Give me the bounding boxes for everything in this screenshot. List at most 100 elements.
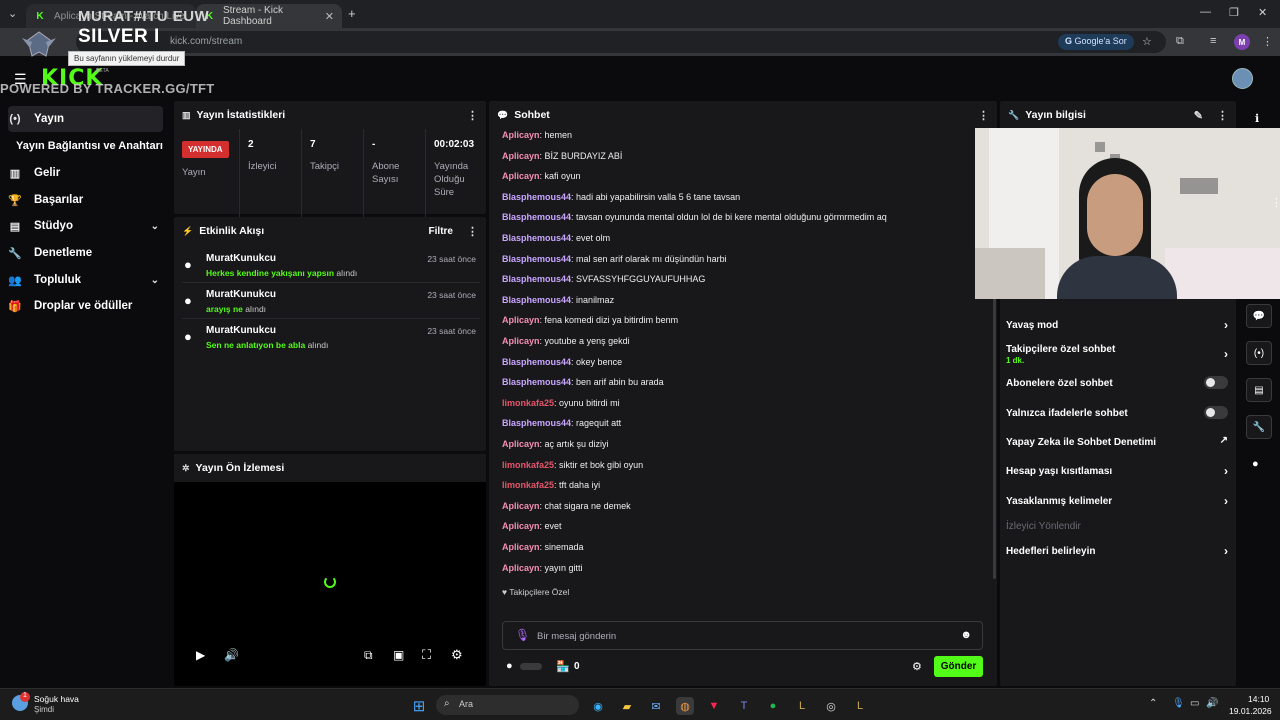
bookmark-star-icon[interactable]: ☆ (1142, 35, 1152, 48)
spotify-icon[interactable]: ● (764, 697, 782, 715)
miniplayer-icon[interactable]: ⧉ (364, 648, 373, 663)
tray-expand-icon[interactable]: ⌃ (1149, 698, 1157, 709)
more-options-icon[interactable]: ⋮ (467, 109, 478, 122)
mail-icon[interactable]: ✉ (647, 697, 665, 715)
volume-icon[interactable]: 🔊 (224, 648, 239, 662)
chrome-icon[interactable]: ◍ (676, 697, 694, 715)
taskbar-search[interactable]: ⌕ Ara (436, 695, 579, 715)
network-icon[interactable]: ▭ (1190, 698, 1199, 709)
chat-message: Blasphemous44: ben arif abin bu arada (502, 377, 664, 388)
activity-item: ● MuratKunukcu Sen ne anlatıyon be abla al… (184, 325, 476, 350)
layout-panel-toggle[interactable]: ▤ (1246, 378, 1272, 402)
chat-username[interactable]: Blasphemous44 (502, 233, 571, 243)
url-field[interactable]: kick.com/stream (76, 31, 1166, 53)
slow-mode-item[interactable]: Yavaş mod › (1006, 318, 1228, 332)
teams-icon[interactable]: T (735, 697, 753, 715)
windows-start-icon[interactable]: ⊞ (410, 697, 428, 715)
sidebar-item-basarilar[interactable]: 🏆 Başarılar (8, 187, 163, 213)
more-options-icon[interactable]: ⋮ (978, 109, 989, 122)
chat-settings-icon[interactable]: ⚙ (912, 660, 922, 673)
more-icon[interactable]: ⋮ (1271, 196, 1280, 209)
close-window-icon[interactable]: ✕ (1258, 6, 1267, 19)
followers-only-item[interactable]: Takipçilere özel sohbet 1 dk. › (1006, 344, 1228, 365)
more-options-icon[interactable]: ⋮ (467, 225, 478, 238)
chat-username[interactable]: Aplicayn (502, 563, 540, 573)
chat-username[interactable]: Aplicayn (502, 336, 540, 346)
settings-gear-icon[interactable]: ⚙ (451, 647, 463, 663)
tab-kick-dashboard[interactable]: K Stream - Kick Dashboard ✕ (196, 4, 342, 28)
chat-username[interactable]: Aplicayn (502, 315, 540, 325)
extensions-icon[interactable]: ⧉ (1176, 35, 1184, 48)
emoji-icon[interactable]: ☻ (960, 629, 972, 641)
close-tab-icon[interactable]: ✕ (325, 10, 334, 23)
maximize-icon[interactable]: ❐ (1229, 6, 1239, 19)
chat-username[interactable]: limonkafa25 (502, 480, 554, 490)
more-options-icon[interactable]: ⋮ (1217, 109, 1228, 122)
moderation-panel-toggle[interactable]: 🔧 (1246, 415, 1272, 439)
set-goals-item[interactable]: Hedefleri belirleyin › (1006, 544, 1228, 558)
chat-username[interactable]: Blasphemous44 (502, 254, 571, 264)
store-icon[interactable]: 🏪 (556, 660, 570, 673)
chat-username[interactable]: Blasphemous44 (502, 274, 571, 284)
speaker-icon[interactable]: 🔊 (1206, 698, 1218, 709)
chat-username[interactable]: Aplicayn (502, 542, 540, 552)
game-icon[interactable]: L (851, 697, 869, 715)
filter-button[interactable]: Filtre (429, 226, 453, 237)
sidebar-item-stream-key[interactable]: Yayın Bağlantısı ve Anahtarı (16, 133, 176, 159)
chat-input[interactable]: 🎙 Bir mesaj gönderin ☻ (502, 621, 983, 650)
chat-username[interactable]: Blasphemous44 (502, 377, 571, 387)
chat-text: ben arif abin bu arada (576, 377, 664, 388)
minimize-icon[interactable]: — (1200, 6, 1211, 18)
chat-username[interactable]: Aplicayn (502, 501, 540, 511)
edge-icon[interactable]: ◉ (589, 697, 607, 715)
send-button[interactable]: Gönder (934, 656, 983, 677)
clock-date[interactable]: 19.01.2026 (1229, 706, 1272, 716)
obs-icon[interactable]: ◎ (822, 697, 840, 715)
chat-username[interactable]: Blasphemous44 (502, 295, 571, 305)
brave-icon[interactable]: ▼ (705, 697, 723, 715)
edit-icon[interactable]: ✎ (1194, 109, 1203, 122)
user-avatar[interactable] (1232, 68, 1253, 89)
league-client-icon[interactable]: L (793, 697, 811, 715)
mic-tray-icon[interactable]: 🎙 (1172, 698, 1185, 709)
sidebar-item-denetleme[interactable]: 🔧 Denetleme (8, 240, 163, 266)
sidebar-item-gelir[interactable]: ▥ Gelir (8, 160, 163, 186)
tab-search-icon[interactable]: ⌄ (8, 7, 17, 20)
reading-list-icon[interactable]: ≡ (1210, 35, 1216, 47)
sidebar-item-topluluk[interactable]: 👥 Topluluk ⌄ (8, 267, 163, 293)
chat-username[interactable]: Aplicayn (502, 171, 540, 181)
sidebar-item-studyo[interactable]: ▤ Stüdyo ⌄ (8, 213, 163, 239)
points-panel-icon[interactable]: ● (1252, 458, 1259, 470)
ai-moderation-item[interactable]: Yapay Zeka ile Sohbet Denetimi ↗ (1006, 435, 1228, 448)
wrench-icon: 🔧 (8, 247, 22, 260)
account-age-item[interactable]: Hesap yaşı kısıtlaması › (1006, 464, 1228, 478)
browser-menu-icon[interactable]: ⋮ (1262, 35, 1273, 48)
subscribers-only-toggle[interactable] (1204, 376, 1228, 389)
microphone-icon[interactable]: 🎙 (515, 628, 530, 642)
chat-username[interactable]: Aplicayn (502, 439, 540, 449)
chat-username[interactable]: Aplicayn (502, 130, 540, 140)
profile-avatar[interactable]: M (1234, 34, 1250, 50)
emotes-only-toggle[interactable] (1204, 406, 1228, 419)
new-tab-button[interactable]: + (348, 6, 356, 21)
file-explorer-icon[interactable]: ▰ (618, 697, 636, 715)
chat-username[interactable]: Aplicayn (502, 151, 540, 161)
sidebar-item-yayin[interactable]: (•) Yayın (8, 106, 163, 132)
broadcast-panel-toggle[interactable]: (•) (1246, 341, 1272, 365)
theater-mode-icon[interactable]: ▣ (393, 648, 404, 662)
info-icon[interactable]: ℹ (1255, 112, 1259, 125)
clock-time[interactable]: 14:10 (1248, 694, 1269, 704)
google-ask-button[interactable]: G Google'a Sor (1058, 34, 1134, 50)
chat-username[interactable]: limonkafa25 (502, 460, 554, 470)
sidebar-item-droplar[interactable]: 🎁 Droplar ve ödüller (8, 293, 163, 319)
chat-username[interactable]: limonkafa25 (502, 398, 554, 408)
chat-username[interactable]: Blasphemous44 (502, 418, 571, 428)
chat-panel-toggle[interactable]: 💬 (1246, 304, 1272, 328)
chat-username[interactable]: Blasphemous44 (502, 192, 571, 202)
chat-username[interactable]: Blasphemous44 (502, 357, 571, 367)
banned-words-item[interactable]: Yasaklanmış kelimeler › (1006, 494, 1228, 508)
fullscreen-icon[interactable]: ⛶ (422, 647, 431, 663)
chat-username[interactable]: Aplicayn (502, 521, 540, 531)
chat-username[interactable]: Blasphemous44 (502, 212, 571, 222)
play-icon[interactable]: ▶ (196, 648, 205, 662)
